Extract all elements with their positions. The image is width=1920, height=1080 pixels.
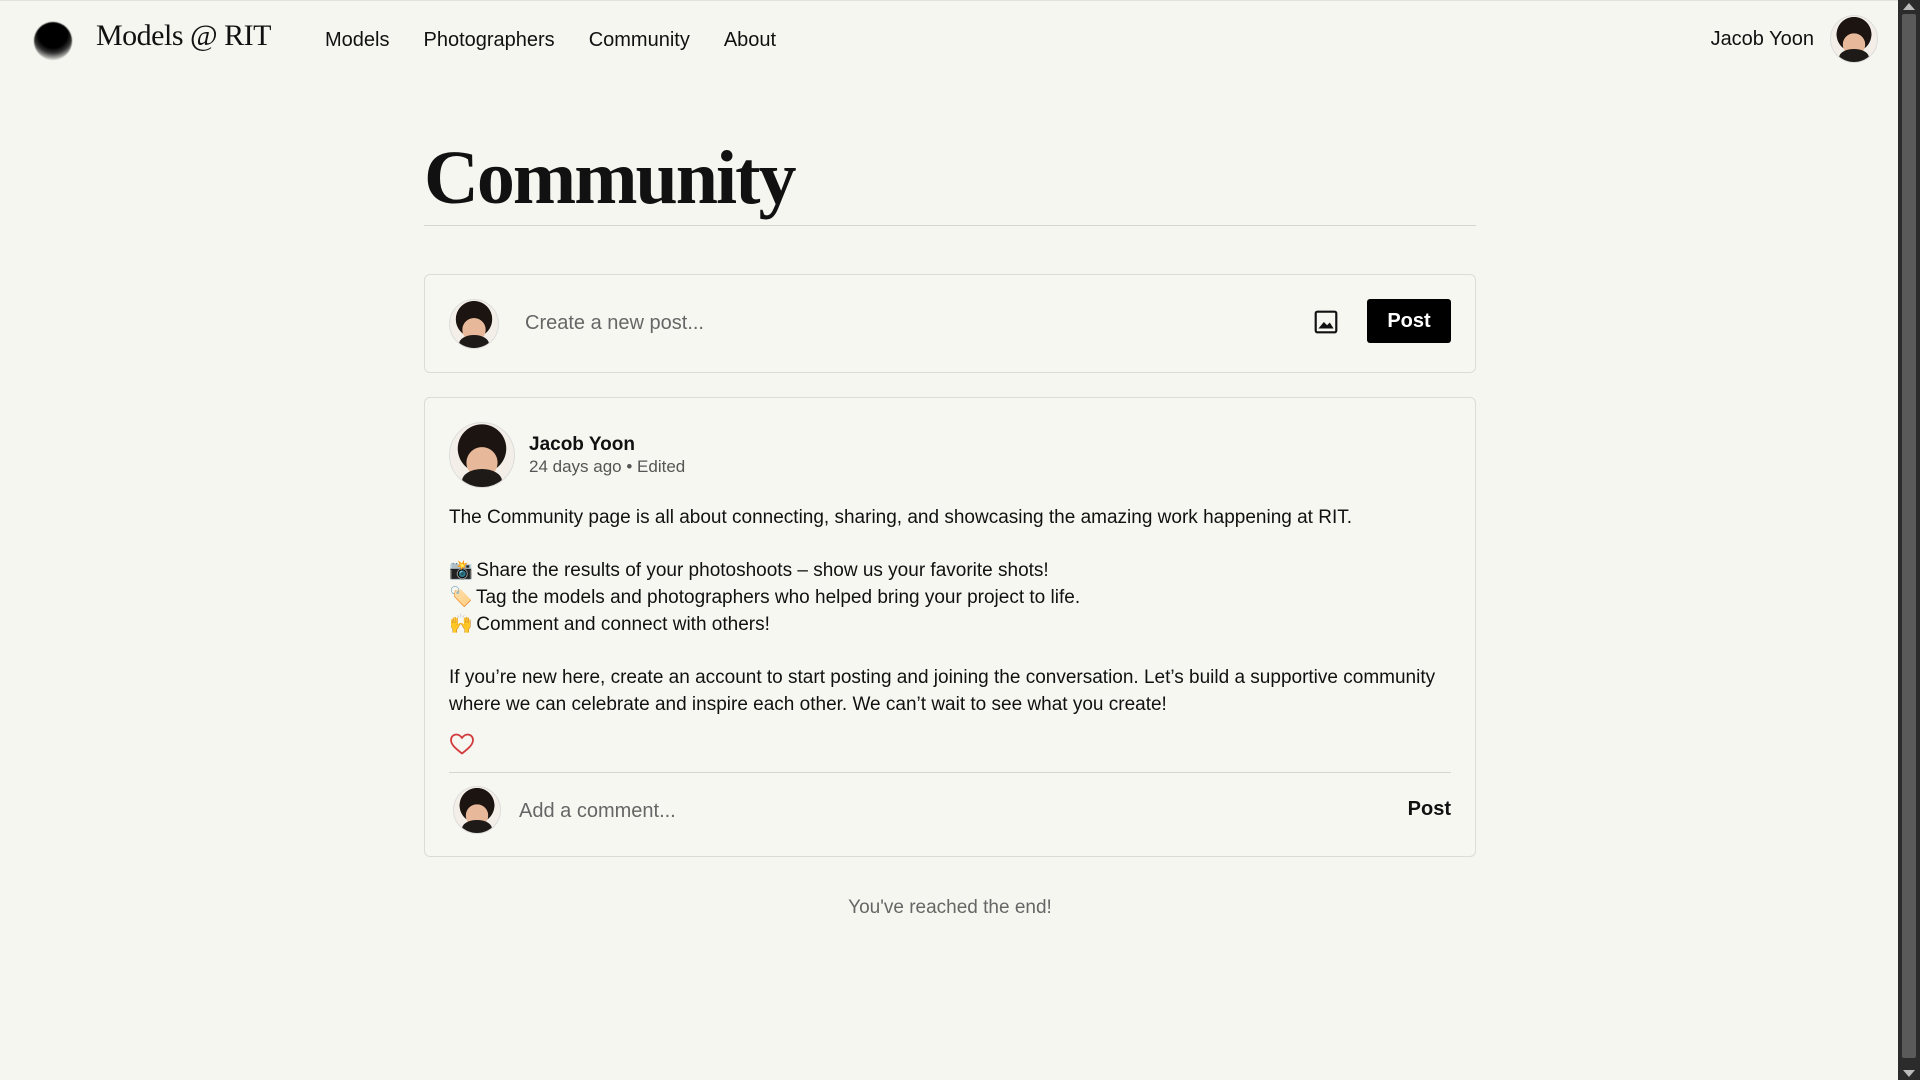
post-bullet-text: Comment and connect with others!: [476, 614, 770, 635]
comment-input[interactable]: [519, 794, 1319, 828]
post-bullet-text: Tag the models and photographers who hel…: [475, 587, 1081, 608]
comment-avatar: [453, 786, 501, 834]
post-body: The Community page is all about connecti…: [449, 504, 1451, 718]
post-bullet: 🏷️ Tag the models and photographers who …: [449, 584, 1451, 611]
image-icon[interactable]: [1313, 309, 1339, 335]
post-bullet: 🙌 Comment and connect with others!: [449, 611, 1451, 638]
heart-outline-icon[interactable]: [449, 732, 475, 756]
end-of-feed-text: You've reached the end!: [848, 897, 1052, 918]
post-card: Jacob Yoon 24 days ago • Edited The Comm…: [424, 397, 1476, 857]
raised-hands-emoji-icon: 🙌: [449, 614, 473, 635]
post-author-name[interactable]: Jacob Yoon: [529, 434, 685, 456]
logo-mark-icon[interactable]: [34, 22, 72, 60]
user-avatar[interactable]: [1830, 15, 1878, 63]
vertical-scrollbar[interactable]: [1898, 0, 1920, 1080]
top-navigation-bar: Models @ RIT Models Photographers Commun…: [0, 0, 1898, 80]
comment-composer: Post: [449, 786, 1451, 836]
composer-avatar: [449, 299, 499, 349]
nav-link-models[interactable]: Models: [325, 29, 389, 52]
post-intro: The Community page is all about connecti…: [449, 507, 1353, 528]
post-closing: If you’re new here, create an account to…: [449, 667, 1436, 715]
site-logo-text[interactable]: Models @ RIT: [96, 19, 271, 53]
post-meta: 24 days ago • Edited: [529, 456, 686, 476]
post-divider: [449, 772, 1451, 773]
tag-emoji-icon: 🏷️: [449, 587, 473, 608]
create-post-button[interactable]: Post: [1367, 299, 1451, 343]
new-post-input[interactable]: [525, 305, 1225, 341]
post-author-avatar[interactable]: [449, 422, 515, 488]
comment-post-button[interactable]: Post: [1408, 798, 1451, 821]
nav-link-about[interactable]: About: [724, 29, 776, 52]
main-content: Community Post Jacob Yoon 24 days ago • …: [424, 140, 1476, 919]
page: Models @ RIT Models Photographers Commun…: [0, 0, 1898, 1080]
new-post-composer: Post: [424, 274, 1476, 373]
scroll-up-arrow-icon[interactable]: [1903, 3, 1915, 10]
camera-emoji-icon: 📸: [449, 560, 473, 581]
post-bullet: 📸 Share the results of your photoshoots …: [449, 557, 1451, 584]
scroll-down-arrow-icon[interactable]: [1903, 1070, 1915, 1077]
user-menu[interactable]: Jacob Yoon: [1711, 15, 1878, 63]
nav-link-community[interactable]: Community: [589, 29, 690, 52]
post-bullet-text: Share the results of your photoshoots – …: [476, 560, 1049, 581]
post-header: Jacob Yoon 24 days ago • Edited: [449, 422, 1451, 488]
nav-link-photographers[interactable]: Photographers: [423, 29, 554, 52]
main-nav: Models Photographers Community About: [325, 29, 776, 52]
user-name[interactable]: Jacob Yoon: [1711, 28, 1814, 51]
page-title: Community: [424, 140, 1476, 226]
scrollbar-thumb[interactable]: [1902, 14, 1916, 1058]
